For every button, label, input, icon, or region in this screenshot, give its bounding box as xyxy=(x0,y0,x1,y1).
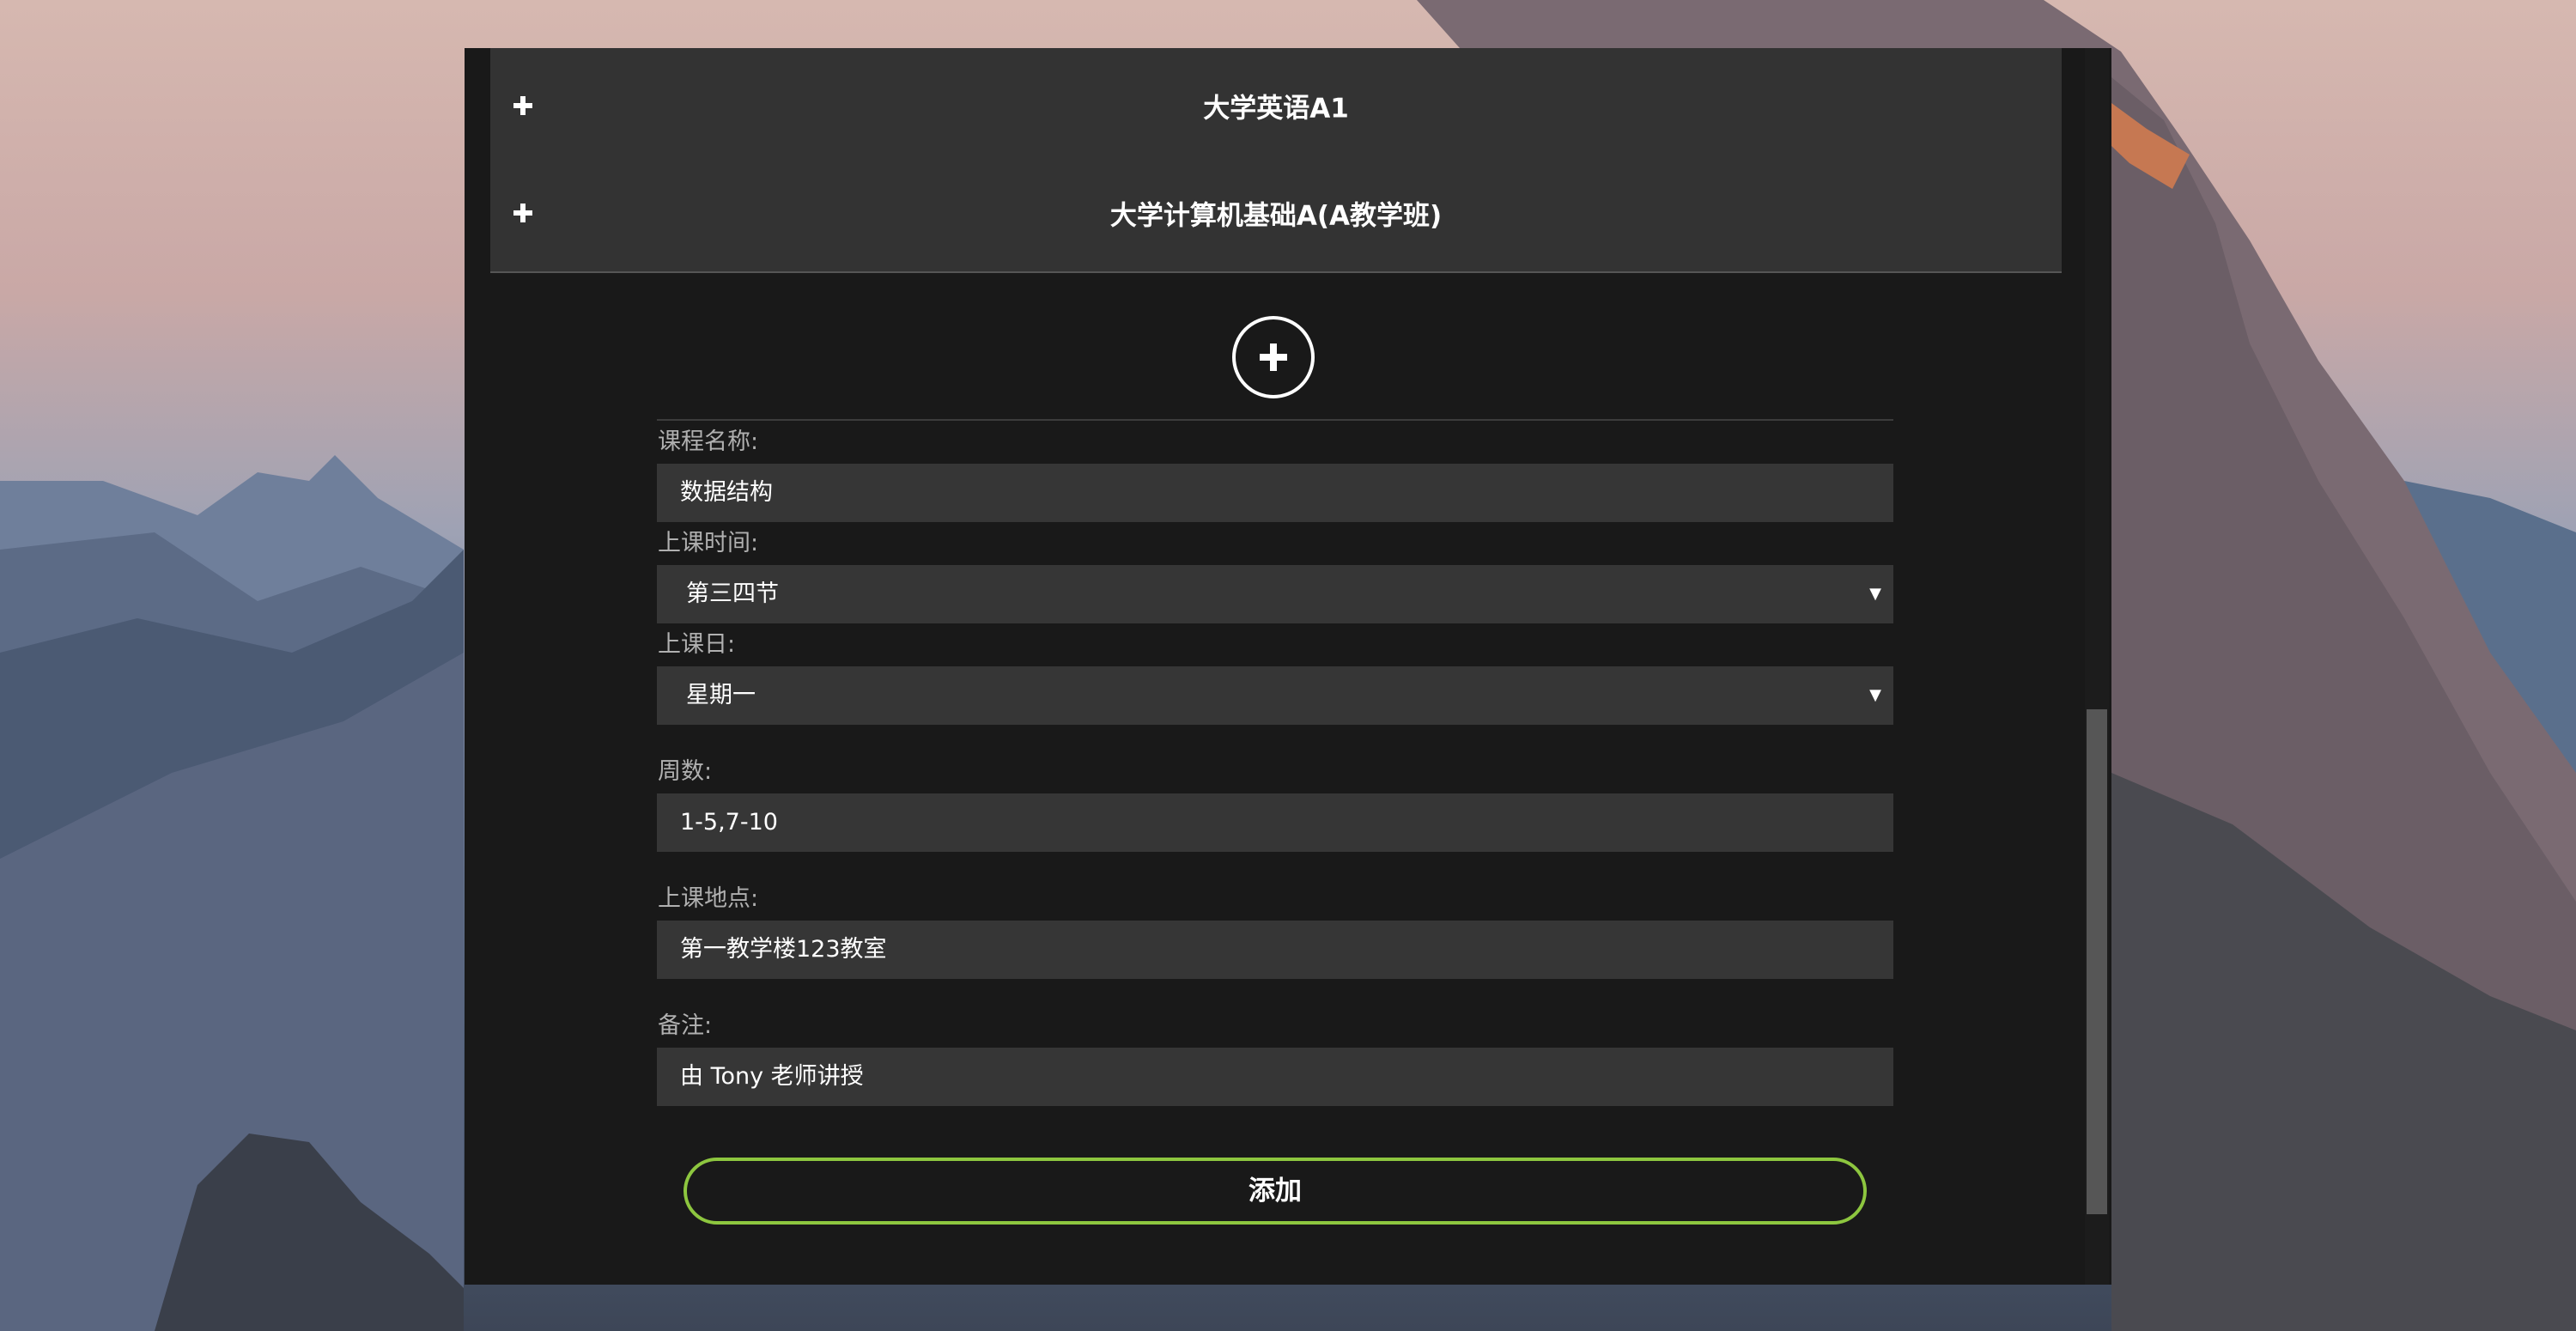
weeks-value: 1-5,7-10 xyxy=(680,809,778,836)
add-course-button[interactable] xyxy=(1232,316,1315,398)
location-label: 上课地点: xyxy=(658,885,759,912)
location-input[interactable]: 第一教学楼123教室 xyxy=(657,921,1893,979)
class-day-value: 星期一 xyxy=(686,682,756,708)
course-title: 大学英语A1 xyxy=(1203,93,1349,125)
class-day-label: 上课日: xyxy=(658,631,736,658)
divider xyxy=(657,419,1893,421)
class-time-value: 第三四节 xyxy=(686,580,779,607)
location-value: 第一教学楼123教室 xyxy=(680,936,887,963)
add-button[interactable]: 添加 xyxy=(683,1158,1867,1225)
class-time-label: 上课时间: xyxy=(658,530,759,556)
scrollbar-thumb[interactable] xyxy=(2087,709,2107,1214)
course-name-input[interactable]: 数据结构 xyxy=(657,464,1893,522)
course-name-label: 课程名称: xyxy=(658,428,759,455)
class-time-select[interactable]: 第三四节 ▼ xyxy=(657,565,1893,623)
class-day-select[interactable]: 星期一 ▼ xyxy=(657,666,1893,725)
note-input[interactable]: 由 Tony 老师讲授 xyxy=(657,1048,1893,1106)
course-title: 大学计算机基础A(A教学班) xyxy=(1109,200,1443,232)
course-item-english[interactable]: 大学英语A1 xyxy=(490,48,2062,165)
course-name-value: 数据结构 xyxy=(680,479,773,506)
course-item-computer[interactable]: 大学计算机基础A(A教学班) xyxy=(490,155,2062,273)
caret-down-icon: ▼ xyxy=(1869,686,1881,704)
weeks-label: 周数: xyxy=(658,758,713,785)
note-label: 备注: xyxy=(658,1012,713,1039)
caret-down-icon: ▼ xyxy=(1869,585,1881,603)
weeks-input[interactable]: 1-5,7-10 xyxy=(657,793,1893,852)
note-value: 由 Tony 老师讲授 xyxy=(680,1063,864,1090)
